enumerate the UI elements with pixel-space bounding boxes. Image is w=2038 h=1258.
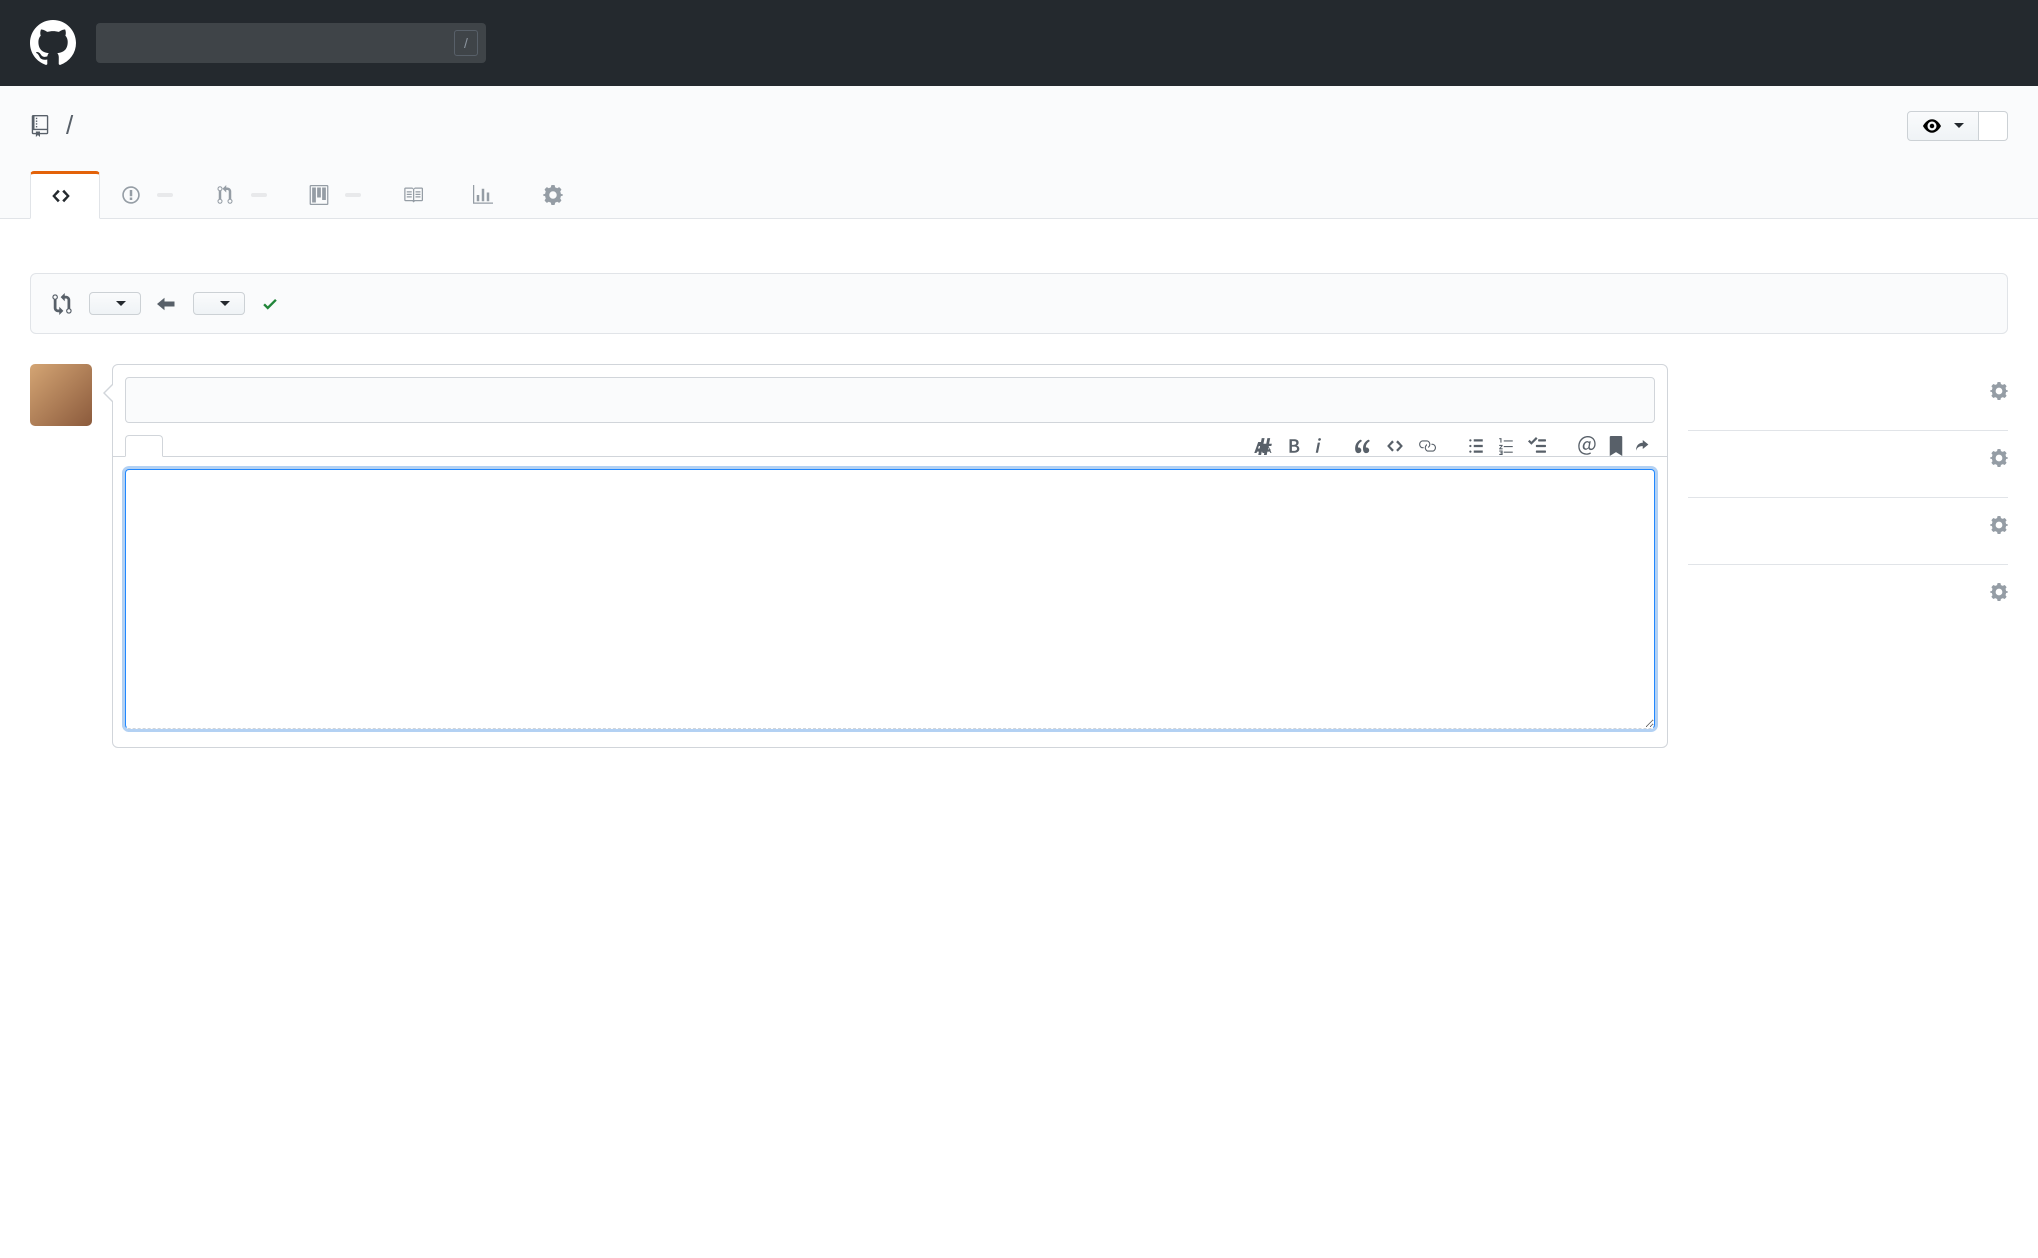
code-icon[interactable]: [1385, 437, 1405, 455]
path-separator: /: [66, 110, 73, 141]
compare-branch-select[interactable]: [193, 292, 245, 315]
gear-icon[interactable]: [1990, 516, 2008, 534]
search-input[interactable]: /: [96, 23, 486, 63]
sidebar-labels: [1688, 498, 2008, 565]
check-icon: [261, 295, 279, 313]
project-icon: [309, 185, 329, 205]
tab-insights[interactable]: [452, 171, 522, 218]
issues-count: [157, 193, 173, 197]
quote-icon[interactable]: [1353, 437, 1373, 455]
prs-count: [251, 193, 267, 197]
arrow-left-icon: [157, 294, 177, 314]
sidebar: [1688, 364, 2008, 748]
book-icon: [403, 185, 423, 205]
caret-down-icon: [220, 301, 230, 306]
heading-icon[interactable]: AA: [1253, 437, 1275, 455]
link-icon[interactable]: [1417, 437, 1437, 455]
git-compare-icon: [51, 293, 73, 315]
branch-range-editor: [30, 273, 2008, 334]
main-content: AA: [0, 219, 2038, 778]
unwatch-button[interactable]: [1907, 111, 1979, 141]
sidebar-projects: [1688, 565, 2008, 631]
svg-text:A: A: [1264, 443, 1272, 454]
bold-icon[interactable]: [1287, 437, 1301, 455]
repo-tabs: [30, 171, 2008, 218]
write-tab[interactable]: [125, 435, 163, 457]
issue-icon: [121, 185, 141, 205]
italic-icon[interactable]: [1313, 437, 1323, 455]
editor-tabs: AA: [113, 435, 1667, 457]
projects-count: [345, 193, 361, 197]
mention-icon[interactable]: [1577, 436, 1597, 456]
preview-tab[interactable]: [163, 435, 201, 456]
repo-header: /: [0, 86, 2038, 219]
merge-status: [261, 295, 299, 313]
tab-wiki[interactable]: [382, 171, 452, 218]
gear-icon: [543, 185, 563, 205]
tasklist-icon[interactable]: [1527, 437, 1547, 455]
sidebar-assignees: [1688, 431, 2008, 498]
tab-settings[interactable]: [522, 171, 592, 218]
pull-request-icon: [215, 185, 235, 205]
repo-icon: [30, 115, 50, 137]
reply-icon[interactable]: [1635, 436, 1655, 454]
tab-projects[interactable]: [288, 171, 382, 218]
base-branch-select[interactable]: [89, 292, 141, 315]
list-unordered-icon[interactable]: [1467, 437, 1485, 455]
breadcrumb: /: [30, 110, 81, 141]
github-logo-icon[interactable]: [30, 20, 76, 66]
sidebar-reviewers: [1688, 364, 2008, 431]
markdown-toolbar: AA: [1253, 436, 1655, 456]
slash-key-icon: /: [454, 30, 478, 56]
gear-icon[interactable]: [1990, 583, 2008, 601]
caret-down-icon: [116, 301, 126, 306]
tab-pull-requests[interactable]: [194, 171, 288, 218]
tab-issues[interactable]: [100, 171, 194, 218]
main-header: /: [0, 0, 2038, 86]
caret-down-icon: [1954, 123, 1964, 128]
tab-code[interactable]: [30, 171, 100, 219]
pr-body-textarea[interactable]: [125, 469, 1655, 729]
gear-icon[interactable]: [1990, 449, 2008, 467]
list-ordered-icon[interactable]: [1497, 437, 1515, 455]
bookmark-icon[interactable]: [1609, 436, 1623, 456]
pr-title-input[interactable]: [125, 377, 1655, 423]
avatar[interactable]: [30, 364, 92, 426]
code-icon: [51, 186, 71, 206]
eye-icon: [1922, 117, 1942, 135]
graph-icon: [473, 185, 493, 205]
pr-form: AA: [112, 364, 1668, 748]
gear-icon[interactable]: [1990, 382, 2008, 400]
watch-button-group: [1907, 111, 2008, 141]
watch-count[interactable]: [1979, 111, 2008, 141]
